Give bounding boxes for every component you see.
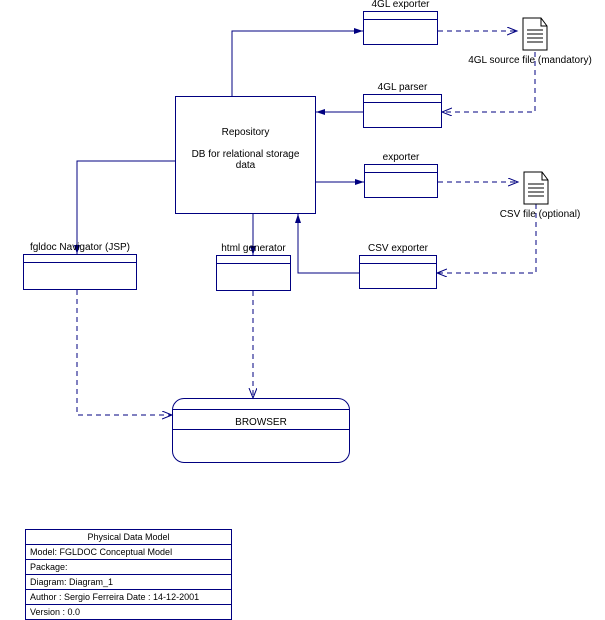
fourgl-exporter-node: 4GL exporter <box>363 11 438 45</box>
html-generator-node: html generator <box>216 255 291 291</box>
csv-exporter-label: CSV exporter <box>360 243 436 254</box>
fourgl-parser-label: 4GL parser <box>364 82 441 93</box>
fourgl-source-file-label: 4GL source file (mandatory) <box>456 55 604 66</box>
metadata-author-date: Author : Sergio Ferreira Date : 14-12-20… <box>26 590 231 605</box>
csv-file-label: CSV file (optional) <box>485 209 595 220</box>
metadata-version: Version : 0.0 <box>26 605 231 619</box>
repository-title: Repository <box>176 127 315 138</box>
csv-exporter-node: CSV exporter <box>359 255 437 289</box>
document-icon <box>522 170 550 206</box>
fourgl-exporter-label: 4GL exporter <box>364 0 437 10</box>
html-generator-label: html generator <box>217 243 290 254</box>
fourgl-parser-node: 4GL parser <box>363 94 442 128</box>
repository-node: Repository DB for relational storage dat… <box>175 96 316 214</box>
browser-label: BROWSER <box>173 417 349 428</box>
diagram-connectors <box>0 0 605 619</box>
document-icon <box>521 16 549 52</box>
fgldoc-navigator-node: fgldoc Navigator (JSP) <box>23 254 137 290</box>
metadata-package: Package: <box>26 560 231 575</box>
metadata-diagram: Diagram: Diagram_1 <box>26 575 231 590</box>
exporter-label: exporter <box>365 152 437 163</box>
fgldoc-navigator-label: fgldoc Navigator (JSP) <box>24 242 136 253</box>
browser-node: BROWSER <box>172 398 350 463</box>
repository-subtitle: DB for relational storage data <box>184 149 307 171</box>
metadata-model: Model: FGLDOC Conceptual Model <box>26 545 231 560</box>
exporter-node: exporter <box>364 164 438 198</box>
metadata-panel: Physical Data Model Model: FGLDOC Concep… <box>25 529 232 620</box>
metadata-title: Physical Data Model <box>26 530 231 545</box>
